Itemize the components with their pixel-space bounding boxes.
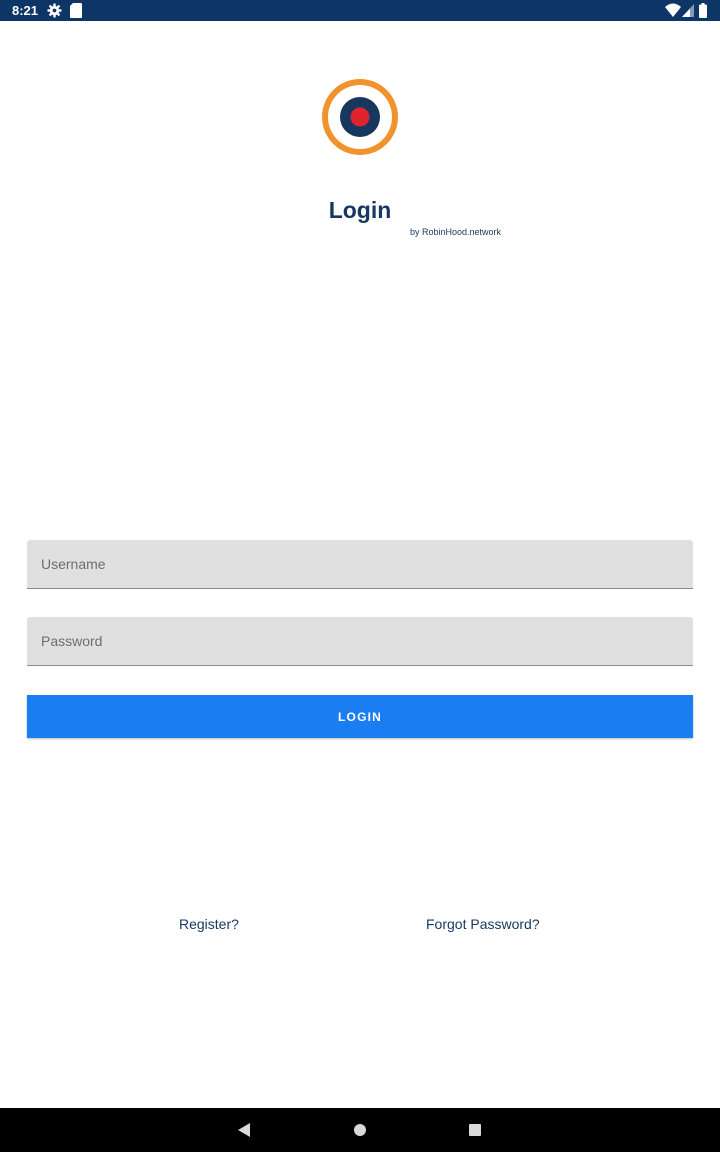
home-icon xyxy=(354,1124,366,1136)
username-field-container xyxy=(27,540,693,589)
home-button[interactable] xyxy=(336,1108,384,1152)
register-link[interactable]: Register? xyxy=(179,915,239,933)
page-subtitle: by RobinHood.network xyxy=(410,227,502,237)
sd-card-icon xyxy=(70,3,82,23)
status-time: 8:21 xyxy=(12,3,39,18)
password-input[interactable] xyxy=(27,617,693,665)
login-button[interactable]: LOGIN xyxy=(27,695,693,738)
app-logo xyxy=(320,77,400,157)
signal-icon xyxy=(682,3,694,22)
wifi-icon xyxy=(665,3,681,22)
recents-button[interactable] xyxy=(451,1108,499,1152)
navigation-bar xyxy=(0,1108,720,1152)
page-title: Login xyxy=(328,197,392,223)
forgot-password-link[interactable]: Forgot Password? xyxy=(426,915,540,933)
battery-icon xyxy=(699,3,707,23)
status-bar: 8:21 xyxy=(0,0,720,21)
back-button[interactable] xyxy=(220,1108,268,1152)
back-icon xyxy=(238,1123,250,1137)
target-logo-icon xyxy=(322,79,398,155)
username-input[interactable] xyxy=(27,540,693,588)
recents-icon xyxy=(469,1124,481,1136)
password-field-container xyxy=(27,617,693,666)
gear-icon xyxy=(47,3,62,23)
